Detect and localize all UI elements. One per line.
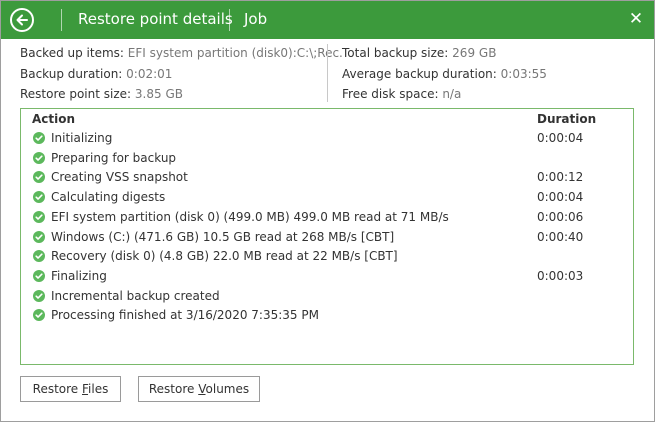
log-duration-text: 0:00:06 (537, 209, 584, 224)
backed-up-items-label: Backed up items: (20, 46, 124, 60)
log-row[interactable]: Windows (C:) (471.6 GB) 10.5 GB read at … (21, 228, 633, 248)
restore-files-label-suffix: iles (88, 382, 109, 396)
log-row[interactable]: Preparing for backup (21, 149, 633, 169)
log-action-text: Preparing for backup (51, 150, 177, 165)
close-button[interactable]: ✕ (626, 9, 646, 29)
total-backup-size-value: 269 GB (452, 46, 497, 60)
backup-duration-value: 0:02:01 (126, 67, 173, 81)
log-action-text: Windows (C:) (471.6 GB) 10.5 GB read at … (51, 229, 395, 244)
log-action-text: Recovery (disk 0) (4.8 GB) 22.0 MB read … (51, 249, 398, 264)
action-log[interactable]: Action Duration Initializing 0:00:04 Prepa… (20, 108, 634, 365)
backed-up-items: Backed up items: EFI system partition (d… (20, 46, 343, 60)
backup-duration: Backup duration: 0:02:01 (20, 67, 172, 81)
success-check-icon (33, 250, 45, 263)
log-duration-text: 0:00:03 (537, 268, 584, 283)
restore-files-label-prefix: Restore (32, 382, 82, 396)
success-check-icon (33, 132, 45, 144)
restore-volumes-label-prefix: Restore (148, 382, 199, 396)
restore-volumes-mnemonic: V (198, 382, 206, 396)
window-title: Restore point details (78, 10, 233, 28)
log-action-text: Processing finished at 3/16/2020 7:35:35… (51, 308, 319, 323)
restore-point-size-label: Restore point size: (20, 87, 132, 101)
summary-divider (327, 44, 328, 102)
close-icon: ✕ (628, 9, 644, 29)
log-duration-text: 0:00:04 (537, 190, 584, 205)
log-action-text: Initializing (51, 131, 113, 145)
log-action-text: Incremental backup created (51, 288, 220, 303)
success-check-icon (33, 210, 45, 223)
total-backup-size: Total backup size: 269 GB (342, 46, 496, 60)
free-disk-space: Free disk space: n/a (342, 87, 461, 101)
log-action-text: EFI system partition (disk 0) (499.0 MB)… (51, 209, 449, 224)
column-header-duration[interactable]: Duration (537, 112, 596, 126)
job-tab[interactable]: Job (244, 10, 267, 28)
log-action-text: Calculating digests (51, 190, 166, 205)
average-backup-duration-value: 0:03:55 (500, 67, 547, 81)
title-bar: Restore point details Job ✕ (1, 1, 654, 39)
success-check-icon (33, 289, 45, 302)
success-check-icon (33, 230, 45, 243)
log-row[interactable]: EFI system partition (disk 0) (499.0 MB)… (21, 208, 633, 228)
success-check-icon (33, 269, 45, 282)
restore-point-details-window: Restore point details Job ✕ Backed up it… (0, 0, 655, 422)
log-duration-text: 0:00:04 (537, 131, 584, 145)
success-check-icon (33, 151, 45, 164)
title-divider (229, 9, 230, 31)
success-check-icon (33, 309, 45, 322)
log-action-text: Finalizing (51, 268, 107, 283)
log-row[interactable]: Calculating digests 0:00:04 (21, 188, 633, 208)
back-button[interactable] (10, 8, 34, 32)
title-divider (61, 9, 62, 31)
free-disk-space-value: n/a (442, 87, 462, 101)
restore-point-size-value: 3.85 GB (134, 87, 183, 101)
restore-files-button[interactable]: Restore Files (20, 376, 121, 402)
backup-duration-label: Backup duration: (20, 67, 123, 81)
log-row[interactable]: Recovery (disk 0) (4.8 GB) 22.0 MB read … (21, 247, 633, 267)
restore-volumes-label-suffix: olumes (205, 382, 250, 396)
log-duration-text: 0:00:40 (537, 229, 584, 244)
log-row[interactable]: Incremental backup created (21, 287, 633, 307)
log-row[interactable]: Finalizing 0:00:03 (21, 267, 633, 287)
column-header-action[interactable]: Action (32, 112, 75, 126)
restore-point-size: Restore point size: 3.85 GB (20, 87, 183, 101)
log-row[interactable]: Creating VSS snapshot 0:00:12 (21, 168, 633, 188)
backed-up-items-value: EFI system partition (disk0):C:\;Rec. (127, 46, 343, 60)
log-action-text: Creating VSS snapshot (51, 170, 188, 185)
arrow-left-icon (16, 14, 28, 26)
free-disk-space-label: Free disk space: (342, 87, 439, 101)
average-backup-duration-label: Average backup duration: (342, 67, 497, 81)
log-row[interactable]: Initializing 0:00:04 (21, 129, 633, 149)
success-check-icon (33, 171, 45, 184)
total-backup-size-label: Total backup size: (342, 46, 449, 60)
log-row[interactable]: Processing finished at 3/16/2020 7:35:35… (21, 306, 633, 326)
restore-volumes-button[interactable]: Restore Volumes (138, 376, 260, 402)
average-backup-duration: Average backup duration: 0:03:55 (342, 67, 547, 81)
log-duration-text: 0:00:12 (537, 170, 584, 185)
success-check-icon (33, 191, 45, 204)
